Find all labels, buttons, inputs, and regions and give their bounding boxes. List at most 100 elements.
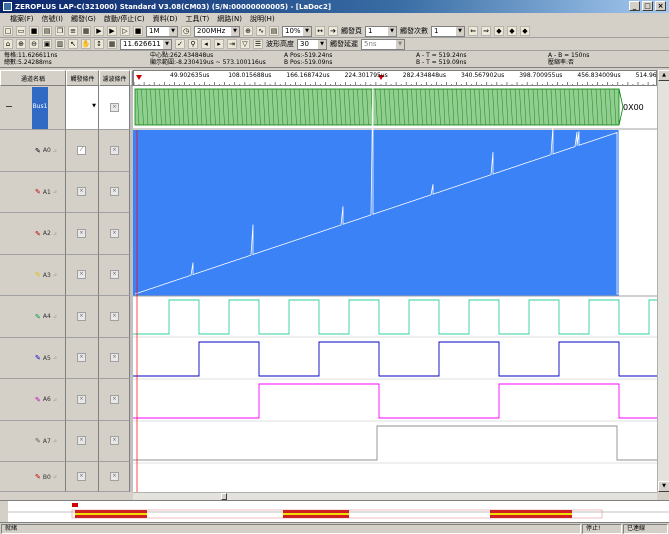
channel-trigger-cell[interactable]: × xyxy=(66,379,99,421)
channel-filter-cell[interactable]: × xyxy=(99,171,130,213)
overview-strip[interactable] xyxy=(0,500,669,522)
cursor-a-icon[interactable] xyxy=(136,75,142,80)
dropdown-arrow-icon[interactable]: ▼ xyxy=(92,103,96,109)
dont-care-icon[interactable]: × xyxy=(110,145,119,155)
channel-trigger-cell[interactable]: × xyxy=(66,337,99,379)
zoom-in-icon[interactable]: ⊕ xyxy=(16,39,26,49)
zoom-out-icon[interactable]: ⊖ xyxy=(29,39,39,49)
channel-filter-cell[interactable]: × xyxy=(99,213,130,255)
settings-icon[interactable]: ▦ xyxy=(81,26,91,36)
scroll-down-icon[interactable]: ▼ xyxy=(658,481,669,492)
channel-icon[interactable]: ≡ xyxy=(68,26,78,36)
marker-right-icon[interactable]: ▸ xyxy=(214,39,224,49)
channel-row-name[interactable]: ✎ A2 ⊿ xyxy=(0,213,66,255)
hand-icon[interactable]: ✋ xyxy=(81,39,91,49)
filter-icon[interactable]: ▽ xyxy=(240,39,250,49)
clock-icon[interactable]: ◷ xyxy=(181,26,191,36)
channel-row-name[interactable]: ✎ A3 ⊿ xyxy=(0,254,66,296)
bus-filter-cell[interactable]: × xyxy=(99,86,130,130)
bus-name-label[interactable]: Bus1 xyxy=(32,87,48,129)
run-repeat-icon[interactable]: ▶ xyxy=(107,26,117,36)
zoom-value-select[interactable]: 11.626611 xyxy=(120,38,172,50)
overview-left-handle[interactable] xyxy=(0,501,8,522)
save-icon[interactable]: ■ xyxy=(29,26,39,36)
menu-data[interactable]: 資料(D) xyxy=(153,14,178,24)
rising-edge-icon[interactable]: ⟋ xyxy=(77,145,86,155)
open-file-icon[interactable]: ▭ xyxy=(16,26,26,36)
close-button[interactable]: × xyxy=(655,1,666,11)
filter-condition-header[interactable]: 濾波條件 xyxy=(99,70,130,86)
run-icon[interactable]: ▶ xyxy=(94,26,104,36)
dont-care-icon[interactable]: × xyxy=(77,228,86,238)
menu-trigger[interactable]: 觸發(G) xyxy=(71,14,96,24)
channel-row-name[interactable]: ✎ A4 ⊿ xyxy=(0,296,66,338)
channel-trigger-cell[interactable]: × xyxy=(66,296,99,338)
dont-care-icon[interactable]: × xyxy=(110,311,119,321)
channel-filter-cell[interactable]: × xyxy=(99,254,130,296)
stop-icon[interactable]: ■ xyxy=(133,26,143,36)
trigger-count-select[interactable]: 1 xyxy=(431,25,465,37)
menu-tools[interactable]: 工具(T) xyxy=(186,14,210,24)
bus-icon[interactable]: ▥ xyxy=(55,39,65,49)
marker-left-icon[interactable]: ◂ xyxy=(201,39,211,49)
channel-row-name[interactable]: ✎ A1 ⊿ xyxy=(0,171,66,213)
minimize-button[interactable]: _ xyxy=(629,1,640,11)
channel-filter-cell[interactable]: × xyxy=(99,420,130,462)
channel-label[interactable]: ✎ A2 ⊿ xyxy=(35,230,57,238)
trigger-condition-header[interactable]: 觸發條件 xyxy=(66,70,99,86)
bus-collapse-icon[interactable] xyxy=(6,106,12,107)
fit-icon[interactable]: ▣ xyxy=(42,39,52,49)
jump-icon[interactable]: ⇥ xyxy=(227,39,237,49)
move-icon[interactable]: ↔ xyxy=(315,26,325,36)
zoom-icon[interactable]: ⊕ xyxy=(243,26,253,36)
marker-set-icon[interactable]: ✓ xyxy=(175,39,185,49)
vertical-scrollbar[interactable]: ▲ ▼ xyxy=(657,70,669,492)
arrow-right-icon[interactable]: ➔ xyxy=(328,26,338,36)
dont-care-icon[interactable]: × xyxy=(77,311,86,321)
grid-icon[interactable]: ▦ xyxy=(107,39,117,49)
dont-care-icon[interactable]: × xyxy=(77,436,86,446)
channel-label[interactable]: ✎ A7 ⊿ xyxy=(35,437,57,445)
channel-row-name[interactable]: ✎ A0 ⊿ xyxy=(0,130,66,172)
home-icon[interactable]: ⌂ xyxy=(3,39,13,49)
dont-care-icon[interactable]: × xyxy=(110,103,119,112)
maximize-button[interactable]: □ xyxy=(642,1,653,11)
channel-label[interactable]: ✎ B0 ⊿ xyxy=(35,473,57,481)
channel-row-name[interactable]: ✎ B0 ⊿ xyxy=(0,462,66,492)
new-file-icon[interactable]: □ xyxy=(3,26,13,36)
run-trigger-icon[interactable]: ▷ xyxy=(120,26,130,36)
channel-name-header[interactable]: 通道名稱 xyxy=(0,70,66,86)
channel-label[interactable]: ✎ A5 ⊿ xyxy=(35,354,57,362)
list-icon[interactable]: ☰ xyxy=(253,39,263,49)
pointer-icon[interactable]: ↖ xyxy=(68,39,78,49)
wave-height-select[interactable]: 30 xyxy=(297,38,327,50)
channel-label[interactable]: ✎ A4 ⊿ xyxy=(35,313,57,321)
dont-care-icon[interactable]: × xyxy=(77,187,86,197)
dont-care-icon[interactable]: × xyxy=(77,394,86,404)
menu-run-stop[interactable]: 啟動/停止(C) xyxy=(104,14,145,24)
channel-trigger-cell[interactable]: × xyxy=(66,420,99,462)
trigger-position-select[interactable]: 10% xyxy=(282,25,312,37)
channel-trigger-cell[interactable]: ⟋ xyxy=(66,130,99,172)
channel-label[interactable]: ✎ A0 ⊿ xyxy=(35,147,57,155)
scroll-thumb[interactable] xyxy=(221,493,227,500)
menu-network[interactable]: 網路(N) xyxy=(217,14,242,24)
dont-care-icon[interactable]: × xyxy=(110,270,119,280)
dont-care-icon[interactable]: × xyxy=(77,472,86,481)
dont-care-icon[interactable]: × xyxy=(77,270,86,280)
channel-trigger-cell[interactable]: × xyxy=(66,462,99,492)
dont-care-icon[interactable]: × xyxy=(110,394,119,404)
channel-trigger-cell[interactable]: × xyxy=(66,254,99,296)
channel-row-name[interactable]: ✎ A6 ⊿ xyxy=(0,379,66,421)
menu-help[interactable]: 說明(H) xyxy=(250,14,275,24)
dont-care-icon[interactable]: × xyxy=(77,353,86,363)
channel-filter-cell[interactable]: × xyxy=(99,130,130,172)
channel-filter-cell[interactable]: × xyxy=(99,337,130,379)
dont-care-icon[interactable]: × xyxy=(110,353,119,363)
trigger-page-select[interactable]: 1 xyxy=(365,25,397,37)
memory-depth-select[interactable]: 1M xyxy=(146,25,178,37)
bus-trigger-cell[interactable]: ▼ xyxy=(66,86,99,130)
marker-c-icon[interactable]: ◆ xyxy=(520,26,530,36)
sampling-rate-select[interactable]: 200MHz xyxy=(194,25,240,37)
cursor-icon[interactable]: ↕ xyxy=(94,39,104,49)
